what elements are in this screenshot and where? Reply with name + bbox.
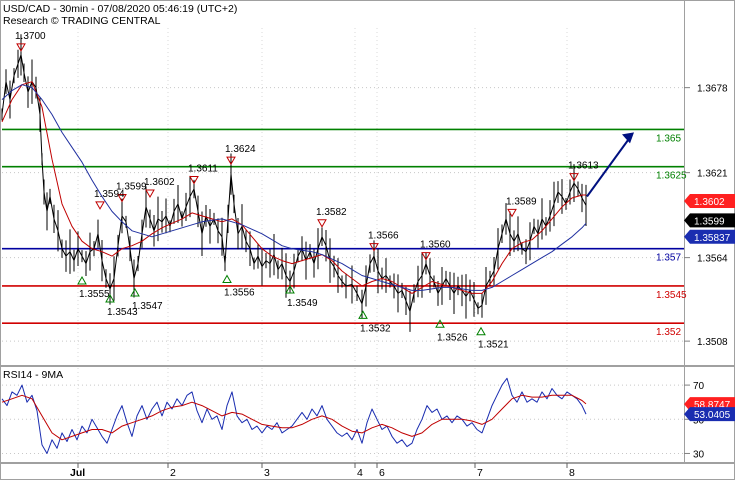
swing-low-label: 1.3526: [437, 332, 468, 343]
swing-high-label: 1.3613: [568, 161, 599, 172]
swing-high-label: 1.3582: [316, 207, 347, 218]
swing-low-label: 1.3547: [132, 301, 163, 312]
chart-subtitle: Research © TRADING CENTRAL: [3, 15, 161, 27]
rsi-tick-label: 30: [693, 449, 705, 460]
swing-high-label: 1.3594: [94, 189, 125, 200]
chart-title: USD/CAD - 30min - 07/08/2020 05:46:19 (U…: [3, 3, 237, 15]
time-axis-frame: [0, 463, 735, 480]
swing-low-label: 1.3556: [224, 288, 255, 299]
level-label: 1.365: [656, 133, 681, 144]
swing-high-label: 1.3624: [225, 144, 256, 155]
price-tick-label: 1.3621: [697, 169, 728, 180]
swing-high-label: 1.3589: [506, 196, 537, 207]
time-tick-label: 2: [170, 467, 176, 479]
value-tag-label: 1.3602: [694, 197, 725, 208]
value-tag-label: 1.3599: [694, 216, 725, 227]
time-tick-label: 3: [264, 467, 270, 479]
level-label: 1.3545: [656, 290, 687, 301]
rsi-panel-title: RSI14 - 9MA: [3, 369, 63, 381]
time-tick-label: 8: [569, 467, 575, 479]
swing-low-label: 1.3555: [79, 289, 110, 300]
rsi-tick-label: 70: [693, 381, 705, 392]
level-label: 1.352: [656, 327, 681, 338]
swing-high-label: 1.3611: [188, 164, 218, 175]
level-label: 1.3625: [656, 171, 687, 182]
chart-canvas: USD/CAD - 30min - 07/08/2020 05:46:19 (U…: [0, 0, 735, 480]
price-tick-label: 1.3678: [697, 84, 728, 95]
value-tag-label: 53.0405: [694, 410, 731, 421]
swing-low-label: 1.3521: [478, 340, 509, 351]
time-tick-label: 7: [477, 467, 483, 479]
swing-high-label: 1.3560: [420, 240, 451, 251]
swing-high-label: 1.3700: [15, 31, 46, 42]
swing-high-label: 1.3602: [144, 177, 175, 188]
time-tick-label: 4: [357, 467, 363, 479]
time-tick-label: Jul: [70, 467, 85, 479]
swing-low-label: 1.3549: [287, 298, 318, 309]
value-tag-label: 1.35837: [694, 233, 731, 244]
level-label: 1.357: [656, 253, 681, 264]
chart-window: USD/CAD - 30min - 07/08/2020 05:46:19 (U…: [0, 0, 735, 480]
time-tick-label: 6: [379, 467, 385, 479]
swing-high-label: 1.3566: [368, 231, 399, 242]
price-tick-label: 1.3508: [697, 337, 728, 348]
swing-low-label: 1.3532: [360, 323, 391, 334]
price-tick-label: 1.3564: [697, 254, 728, 265]
rsi-panel-frame: [0, 366, 735, 463]
